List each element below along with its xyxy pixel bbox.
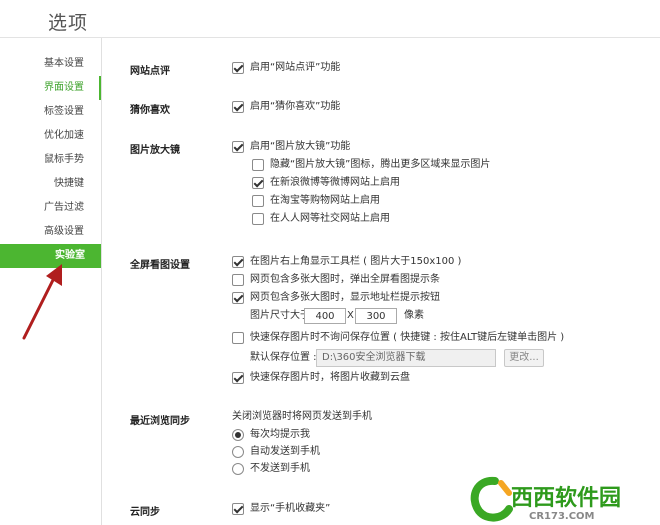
recent-radio-always-prompt[interactable]: 每次均提示我 (232, 428, 310, 442)
fullscreen-address-button-option[interactable]: 网页包含多张大图时，显示地址栏提示按钮 (232, 291, 440, 305)
never-send-text: 不发送到手机 (250, 463, 310, 474)
size-unit: 像素 (404, 310, 424, 321)
cloud-mobile-favorites-checkbox[interactable] (232, 503, 244, 515)
magnifier-main-checkbox[interactable] (232, 141, 244, 153)
always-prompt-radio[interactable] (232, 429, 244, 441)
watermark-name: 西西软件园 (511, 485, 621, 511)
quick-save-text: 快速保存图片时不询问保存位置 ( 快捷键 : 按住ALT键后左键单击图片 ) (250, 332, 565, 343)
magnifier-weibo-option[interactable]: 在新浪微博等微博网站上启用 (252, 176, 400, 190)
sidebar-item-basic[interactable]: 基本设置 (0, 52, 100, 76)
fullscreen-address-button-text: 网页包含多张大图时，显示地址栏提示按钮 (250, 292, 440, 303)
magnifier-main-text: 启用“图片放大镜”功能 (250, 141, 351, 152)
magnifier-weibo-text: 在新浪微博等微博网站上启用 (270, 177, 400, 188)
always-prompt-text: 每次均提示我 (250, 429, 310, 440)
watermark-url: CR173.COM (529, 511, 595, 522)
magnifier-renren-text: 在人人网等社交网站上启用 (270, 213, 390, 224)
magnifier-renren-option[interactable]: 在人人网等社交网站上启用 (252, 212, 390, 226)
sidebar-item-advanced[interactable]: 高级设置 (0, 220, 100, 244)
guess-option-text: 启用“猜你喜欢”功能 (250, 101, 341, 112)
page-title: 选项 (48, 12, 89, 34)
magnifier-hide-icon-checkbox[interactable] (252, 159, 264, 171)
magnifier-taobao-option[interactable]: 在淘宝等购物网站上启用 (252, 194, 380, 208)
section-label-guess: 猜你喜欢 (130, 105, 170, 116)
recent-sync-description: 关闭浏览器时将网页发送到手机 (232, 411, 372, 422)
sidebar-item-interface[interactable]: 界面设置 (0, 76, 101, 100)
default-location-field[interactable]: D:\360安全浏览器下载 (316, 349, 496, 367)
cloud-mobile-favorites-text: 显示“手机收藏夹” (250, 503, 331, 514)
sidebar-item-optimize[interactable]: 优化加速 (0, 124, 100, 148)
sidebar-item-label: 界面设置 (44, 82, 84, 93)
sidebar-item-shortcuts[interactable]: 快捷键 (0, 172, 100, 196)
sidebar-item-tabs[interactable]: 标签设置 (0, 100, 100, 124)
fullscreen-toolbar-option[interactable]: 在图片右上角显示工具栏 ( 图片大于150x100 ) (232, 255, 461, 269)
fullscreen-address-button-checkbox[interactable] (232, 292, 244, 304)
quick-save-checkbox[interactable] (232, 332, 244, 344)
image-height-input[interactable]: 300 (355, 308, 397, 324)
selection-marker (99, 76, 101, 100)
site-review-option-text: 启用“网站点评”功能 (250, 62, 341, 73)
site-review-checkbox[interactable] (232, 62, 244, 74)
auto-send-radio[interactable] (232, 446, 244, 458)
image-width-input[interactable]: 400 (304, 308, 346, 324)
auto-send-text: 自动发送到手机 (250, 446, 320, 457)
section-label-recent-sync: 最近浏览同步 (130, 416, 190, 427)
section-label-magnifier: 图片放大镜 (130, 145, 180, 156)
fullscreen-toolbar-text: 在图片右上角显示工具栏 ( 图片大于150x100 ) (250, 256, 462, 267)
section-label-fullscreen: 全屏看图设置 (130, 260, 190, 271)
never-send-radio[interactable] (232, 463, 244, 475)
xixi-watermark-logo: 西西软件园 CR173.COM (470, 476, 621, 522)
magnifier-main-option[interactable]: 启用“图片放大镜”功能 (232, 140, 350, 154)
fullscreen-toolbar-checkbox[interactable] (232, 256, 244, 268)
sidebar-item-adblock[interactable]: 广告过滤 (0, 196, 100, 220)
save-to-cloud-text: 快速保存图片时，将图片收藏到云盘 (250, 372, 410, 383)
recent-radio-never-send[interactable]: 不发送到手机 (232, 462, 310, 476)
magnifier-renren-checkbox[interactable] (252, 213, 264, 225)
guess-checkbox[interactable] (232, 101, 244, 113)
sidebar-item-gestures[interactable]: 鼠标手势 (0, 148, 100, 172)
magnifier-hide-icon-text: 隐藏“图片放大镜”图标，腾出更多区域来显示图片 (270, 159, 491, 170)
guess-option[interactable]: 启用“猜你喜欢”功能 (232, 100, 340, 114)
default-location-label: 默认保存位置 : (250, 352, 317, 363)
image-size-label: 图片尺寸大于 (250, 310, 310, 321)
cloud-mobile-favorites-option[interactable]: 显示“手机收藏夹” (232, 502, 330, 516)
fullscreen-prompt-bar-checkbox[interactable] (232, 274, 244, 286)
magnifier-taobao-checkbox[interactable] (252, 195, 264, 207)
change-location-button[interactable]: 更改... (504, 349, 544, 367)
magnifier-weibo-checkbox[interactable] (252, 177, 264, 189)
recent-radio-auto-send[interactable]: 自动发送到手机 (232, 445, 320, 459)
save-to-cloud-option[interactable]: 快速保存图片时，将图片收藏到云盘 (232, 371, 410, 385)
site-review-option[interactable]: 启用“网站点评”功能 (232, 61, 340, 75)
fullscreen-prompt-bar-text: 网页包含多张大图时，弹出全屏看图提示条 (250, 274, 440, 285)
size-separator: X (347, 310, 354, 321)
magnifier-taobao-text: 在淘宝等购物网站上启用 (270, 195, 380, 206)
save-to-cloud-checkbox[interactable] (232, 372, 244, 384)
fullscreen-prompt-bar-option[interactable]: 网页包含多张大图时，弹出全屏看图提示条 (232, 273, 440, 287)
quick-save-option[interactable]: 快速保存图片时不询问保存位置 ( 快捷键 : 按住ALT键后左键单击图片 ) (232, 331, 564, 345)
red-arrow-annotation (22, 264, 62, 340)
section-label-site-review: 网站点评 (130, 66, 170, 77)
section-label-cloud-sync: 云同步 (130, 507, 160, 518)
magnifier-hide-icon-option[interactable]: 隐藏“图片放大镜”图标，腾出更多区域来显示图片 (252, 158, 490, 172)
